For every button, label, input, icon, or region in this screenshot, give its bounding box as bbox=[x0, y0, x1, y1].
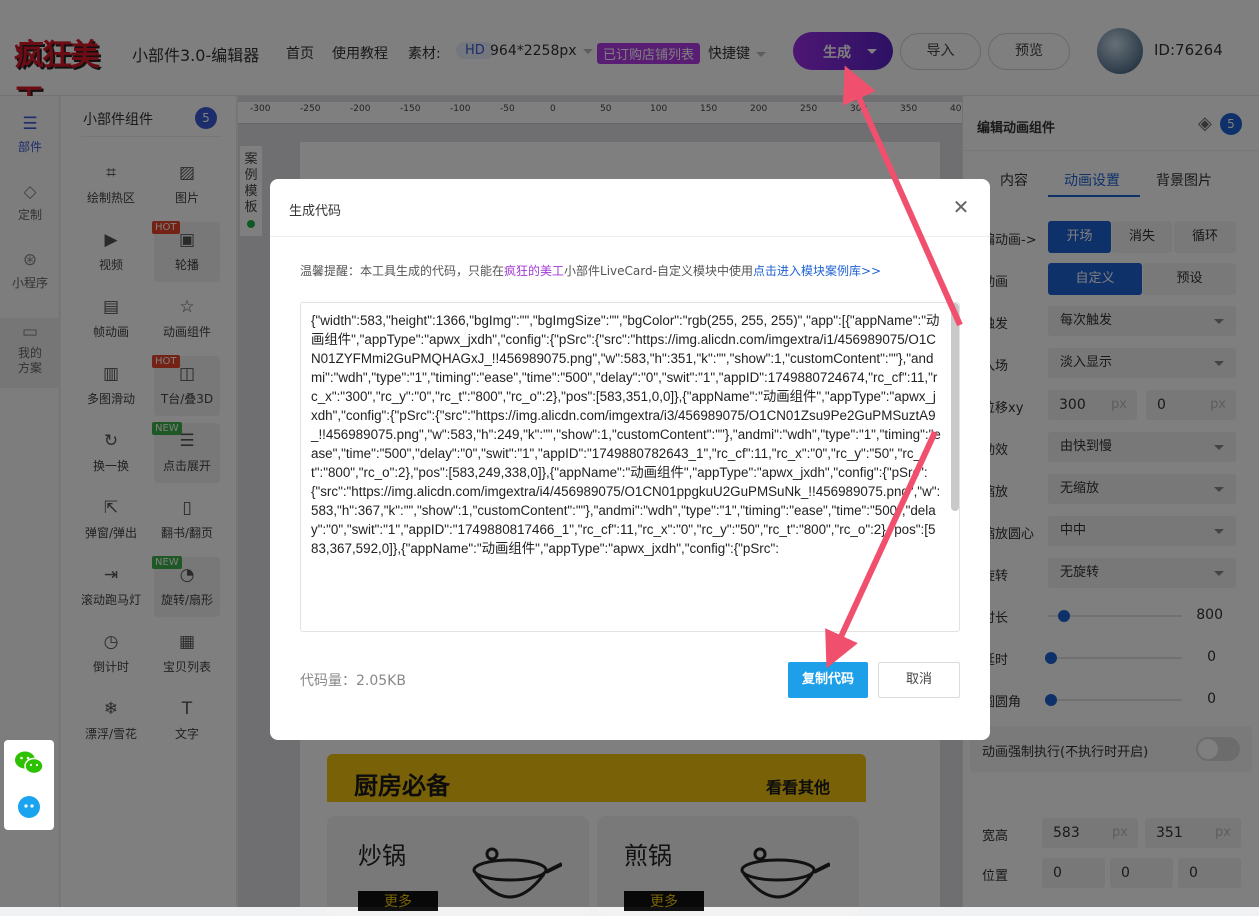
notice-text: 温馨提醒：本工具生成的代码，只能在疯狂的美工小部件LiveCard-自定义模块中… bbox=[300, 262, 881, 279]
dialog-title: 生成代码 bbox=[289, 204, 342, 219]
code-size-label: 代码量：2.05KB bbox=[300, 673, 406, 689]
code-textarea[interactable]: {"width":583,"height":1366,"bgImg":"","b… bbox=[300, 302, 960, 632]
cancel-button[interactable]: 取消 bbox=[878, 662, 960, 698]
notice-brand: 疯狂的美工 bbox=[504, 264, 565, 278]
copy-code-button[interactable]: 复制代码 bbox=[788, 662, 868, 698]
notice-mid: 小部件LiveCard-自定义模块中使用 bbox=[564, 264, 753, 278]
close-icon[interactable]: ✕ bbox=[952, 197, 970, 217]
chat-bubble-icon[interactable] bbox=[17, 795, 41, 819]
contact-float bbox=[4, 740, 54, 830]
code-scrollbar[interactable] bbox=[951, 303, 959, 511]
wechat-icon[interactable] bbox=[14, 750, 44, 776]
case-library-link[interactable]: 点击进入模块案例库>> bbox=[753, 264, 881, 278]
code-content: {"width":583,"height":1366,"bgImg":"","b… bbox=[311, 313, 941, 556]
divider bbox=[270, 236, 990, 237]
notice-prefix: 温馨提醒：本工具生成的代码，只能在 bbox=[300, 264, 505, 278]
